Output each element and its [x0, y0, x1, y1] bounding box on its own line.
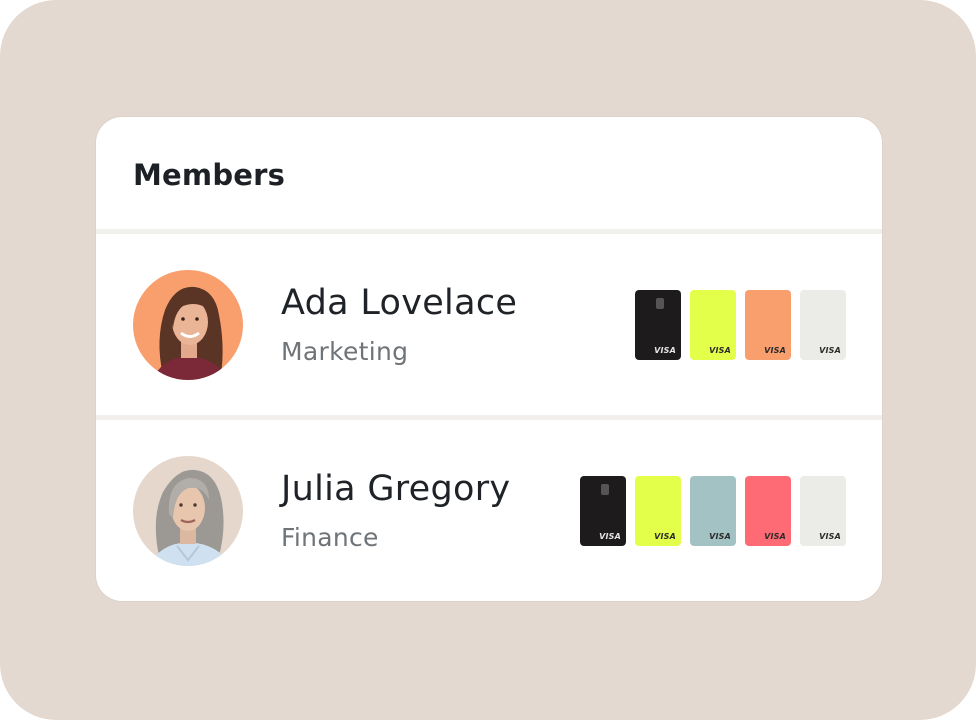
payment-card[interactable]: VISA — [690, 290, 736, 360]
panel-title: Members — [133, 158, 286, 192]
card-brand-label: VISA — [709, 346, 731, 355]
payment-card[interactable]: VISA — [690, 476, 736, 546]
avatar — [133, 456, 243, 566]
member-row[interactable]: Ada Lovelace Marketing VISA VISA VISA VISA — [96, 234, 882, 415]
payment-card[interactable]: VISA — [800, 290, 846, 360]
panel-header: Members — [96, 117, 882, 229]
payment-card[interactable]: VISA — [745, 290, 791, 360]
card-brand-label: VISA — [654, 532, 676, 541]
member-name: Ada Lovelace — [281, 283, 518, 323]
card-chip-icon — [656, 298, 664, 309]
members-panel: Members Ada Lovelace Marketing VISA VISA… — [96, 117, 882, 601]
avatar — [133, 270, 243, 380]
payment-card[interactable]: VISA — [745, 476, 791, 546]
member-department: Finance — [281, 523, 379, 552]
card-brand-label: VISA — [654, 346, 676, 355]
payment-card[interactable]: VISA — [580, 476, 626, 546]
payment-card[interactable]: VISA — [635, 290, 681, 360]
card-brand-label: VISA — [764, 346, 786, 355]
card-brand-label: VISA — [764, 532, 786, 541]
member-row[interactable]: Julia Gregory Finance VISA VISA VISA VISA VI… — [96, 420, 882, 601]
card-brand-label: VISA — [819, 346, 841, 355]
member-name: Julia Gregory — [281, 469, 511, 509]
card-list: VISA VISA VISA VISA — [635, 290, 846, 360]
card-brand-label: VISA — [599, 532, 621, 541]
card-list: VISA VISA VISA VISA VISA — [580, 476, 846, 546]
member-department: Marketing — [281, 337, 409, 366]
background-frame: Members Ada Lovelace Marketing VISA VISA… — [0, 0, 976, 720]
payment-card[interactable]: VISA — [635, 476, 681, 546]
card-brand-label: VISA — [819, 532, 841, 541]
card-brand-label: VISA — [709, 532, 731, 541]
card-chip-icon — [601, 484, 609, 495]
payment-card[interactable]: VISA — [800, 476, 846, 546]
